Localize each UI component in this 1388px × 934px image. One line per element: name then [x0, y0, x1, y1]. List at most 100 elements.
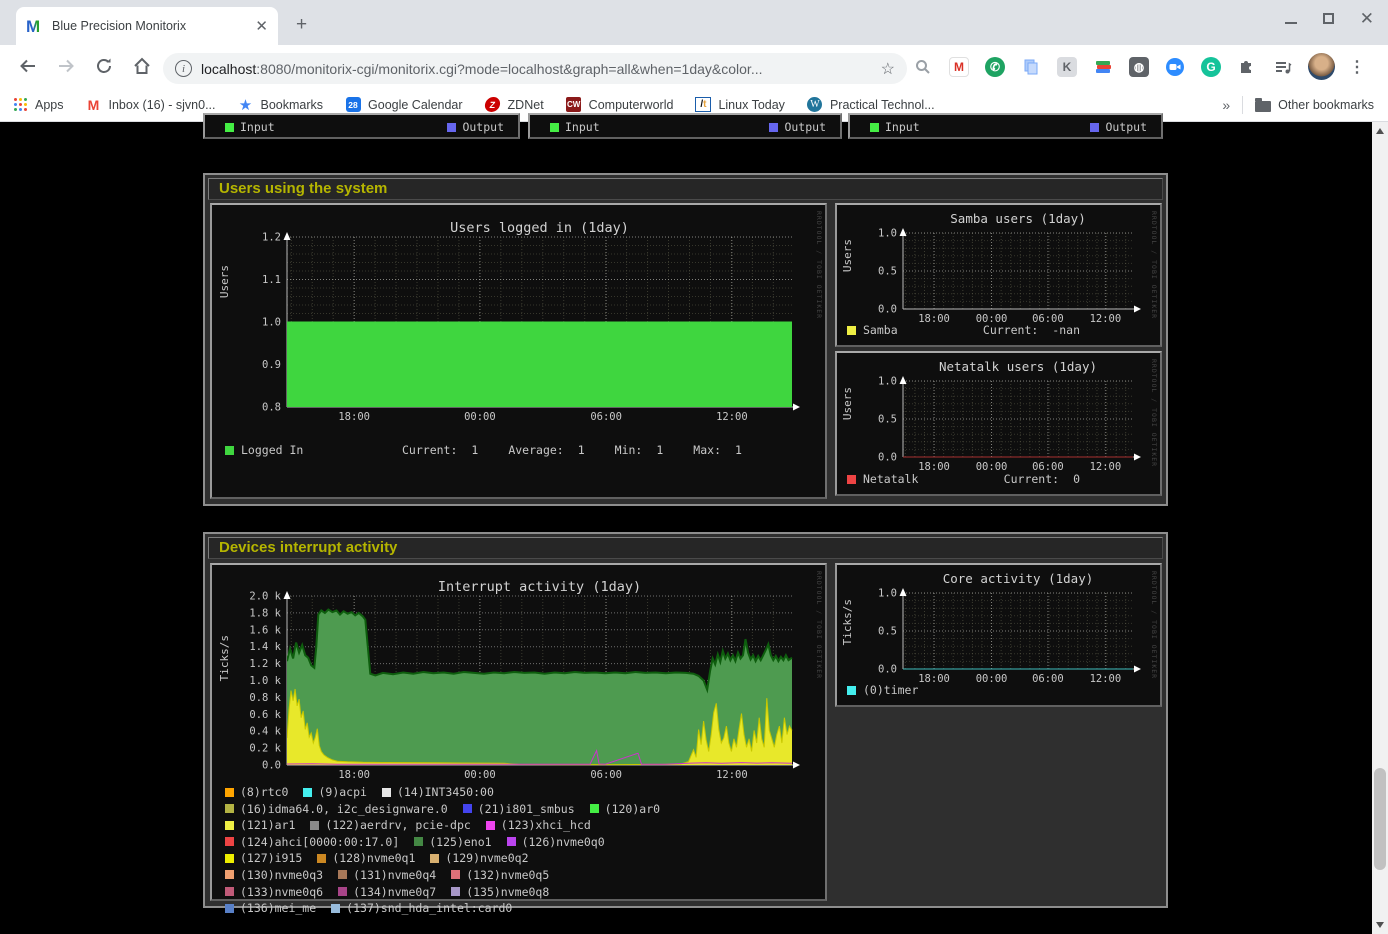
- svg-text:0.9: 0.9: [262, 359, 281, 371]
- browser-tab[interactable]: M Blue Precision Monitorix ✕: [16, 7, 278, 45]
- svg-text:0.5: 0.5: [878, 626, 897, 638]
- legend-swatch: [451, 870, 460, 879]
- page-info-icon[interactable]: i: [175, 60, 192, 77]
- scrollbar-thumb[interactable]: [1374, 768, 1386, 870]
- reader-extension-icon[interactable]: ◍: [1128, 56, 1150, 78]
- partial-graph-panel[interactable]: Input Output: [203, 113, 520, 139]
- bookmark-google-calendar[interactable]: 28 Google Calendar: [345, 97, 463, 113]
- new-tab-button[interactable]: +: [296, 14, 307, 36]
- bookmarks-overflow-chevron[interactable]: »: [1222, 97, 1230, 113]
- section-title-interrupts: Devices interrupt activity: [208, 537, 1163, 559]
- profile-avatar[interactable]: [1308, 53, 1335, 80]
- partial-graph-panel[interactable]: Input Output: [528, 113, 842, 139]
- legend-stat: Average:1: [508, 443, 584, 457]
- svg-text:1.2: 1.2: [262, 232, 281, 244]
- users-logged-in-graph[interactable]: 18:0000:0006:0012:000.80.91.01.11.2Users…: [210, 203, 827, 499]
- svg-text:1.1: 1.1: [262, 274, 281, 286]
- interrupt-activity-graph[interactable]: 18:0000:0006:0012:000.00.2 k0.4 k0.6 k0.…: [210, 563, 827, 901]
- chart-legend: SambaCurrent:-nan: [847, 323, 1110, 337]
- gmail-extension-icon[interactable]: M: [948, 56, 970, 78]
- rrdtool-watermark: RRDTOOL / TOBI OETIKER: [815, 571, 823, 679]
- legend-swatch: [382, 788, 391, 797]
- page-scrollbar[interactable]: [1372, 122, 1388, 934]
- y-axis-label: Users: [841, 387, 854, 420]
- rrdtool-watermark: RRDTOOL / TOBI OETIKER: [1150, 359, 1158, 467]
- bookmark-apps[interactable]: Apps: [14, 98, 64, 112]
- input-legend-swatch: [225, 123, 234, 132]
- books-extension-icon[interactable]: [1092, 56, 1114, 78]
- bookmark-practical-technology[interactable]: W Practical Technol...: [807, 97, 935, 113]
- legend-swatch: [847, 475, 856, 484]
- svg-text:Samba users (1day): Samba users (1day): [950, 211, 1085, 226]
- scroll-up-icon[interactable]: [1376, 128, 1384, 134]
- back-icon[interactable]: [14, 52, 42, 80]
- computerworld-icon: CW: [566, 97, 581, 112]
- bookmark-bookmarks[interactable]: ★ Bookmarks: [238, 97, 324, 113]
- svg-text:18:00: 18:00: [338, 769, 370, 781]
- other-bookmarks[interactable]: Other bookmarks: [1255, 98, 1374, 112]
- svg-text:0.0: 0.0: [878, 664, 897, 676]
- legend-swatch: [225, 887, 234, 896]
- browser-menu-icon[interactable]: ⋮: [1349, 57, 1365, 77]
- extensions-puzzle-icon[interactable]: [1236, 56, 1258, 78]
- copy-pages-extension-icon[interactable]: [1020, 56, 1042, 78]
- address-bar[interactable]: i localhost:8080/monitorix-cgi/monitorix…: [163, 53, 907, 84]
- y-axis-label: Users: [841, 239, 854, 272]
- maximize-icon[interactable]: [1323, 13, 1334, 24]
- bookmark-star-icon[interactable]: ☆: [881, 59, 895, 79]
- tab-close-icon[interactable]: ✕: [255, 17, 268, 35]
- svg-text:1.4 k: 1.4 k: [249, 641, 281, 653]
- rrdtool-watermark: RRDTOOL / TOBI OETIKER: [1150, 211, 1158, 319]
- legend-swatch: [847, 686, 856, 695]
- legend-swatch: [317, 854, 326, 863]
- netatalk-users-graph[interactable]: 18:0000:0006:0012:000.00.51.0Netatalk us…: [835, 351, 1162, 496]
- bookmark-inbox[interactable]: M Inbox (16) - sjvn0...: [86, 97, 216, 113]
- section-interrupts: Devices interrupt activity 18:0000:0006:…: [203, 532, 1168, 908]
- svg-text:12:00: 12:00: [716, 769, 748, 781]
- scroll-down-icon[interactable]: [1376, 922, 1384, 928]
- svg-text:0.8: 0.8: [262, 402, 281, 414]
- grammarly-extension-icon[interactable]: G: [1200, 56, 1222, 78]
- bookmark-computerworld[interactable]: CW Computerworld: [566, 97, 674, 113]
- forward-icon[interactable]: [52, 52, 80, 80]
- close-window-icon[interactable]: ✕: [1360, 13, 1374, 24]
- legend-swatch: [303, 788, 312, 797]
- chart-legend: (0)timer: [847, 683, 1152, 697]
- voice-extension-icon[interactable]: ✆: [984, 56, 1006, 78]
- legend-stat: Current:1: [402, 443, 478, 457]
- zoom-extension-icon[interactable]: [1164, 56, 1186, 78]
- legend-item: (135)nvme0q8: [451, 885, 549, 899]
- partial-graph-panel[interactable]: Input Output: [848, 113, 1163, 139]
- rrdtool-watermark: RRDTOOL / TOBI OETIKER: [815, 211, 823, 319]
- input-legend-swatch: [550, 123, 559, 132]
- svg-text:1.2 k: 1.2 k: [249, 658, 281, 670]
- legend-item: Netatalk: [847, 472, 918, 486]
- core-activity-graph[interactable]: 18:0000:0006:0012:000.00.51.0Core activi…: [835, 563, 1162, 707]
- url-text[interactable]: localhost:8080/monitorix-cgi/monitorix.c…: [201, 61, 873, 77]
- reload-icon[interactable]: [90, 52, 118, 80]
- svg-text:12:00: 12:00: [716, 411, 748, 423]
- legend-swatch: [225, 804, 234, 813]
- monitorix-favicon: M: [26, 18, 43, 35]
- samba-users-graph[interactable]: 18:0000:0006:0012:000.00.51.0Samba users…: [835, 203, 1162, 347]
- chart-legend: Logged InCurrent:1Average:1Min:1Max:1: [225, 443, 817, 457]
- legend-item: (121)ar1: [225, 818, 295, 832]
- tab-title: Blue Precision Monitorix: [52, 19, 249, 33]
- legend-swatch: [486, 821, 495, 830]
- legend-swatch: [590, 804, 599, 813]
- legend-item: (130)nvme0q3: [225, 868, 323, 882]
- kagi-extension-icon[interactable]: K: [1056, 56, 1078, 78]
- bookmark-linux-today[interactable]: /t Linux Today: [695, 97, 785, 113]
- bookmark-zdnet[interactable]: Z ZDNet: [485, 97, 544, 113]
- legend-stat: Min:1: [615, 443, 664, 457]
- home-icon[interactable]: [128, 52, 156, 80]
- playlist-extension-icon[interactable]: [1272, 56, 1294, 78]
- legend-item: (126)nvme0q0: [507, 835, 605, 849]
- legend-item: (133)nvme0q6: [225, 885, 323, 899]
- svg-text:06:00: 06:00: [590, 769, 622, 781]
- minimize-icon[interactable]: [1285, 22, 1297, 24]
- svg-text:Interrupt activity (1day): Interrupt activity (1day): [438, 579, 641, 595]
- search-extension-icon[interactable]: [912, 56, 934, 78]
- legend-swatch: [225, 821, 234, 830]
- chart-legend: (8)rtc0(9)acpi(14)INT3450:00(16)idma64.0…: [225, 785, 819, 918]
